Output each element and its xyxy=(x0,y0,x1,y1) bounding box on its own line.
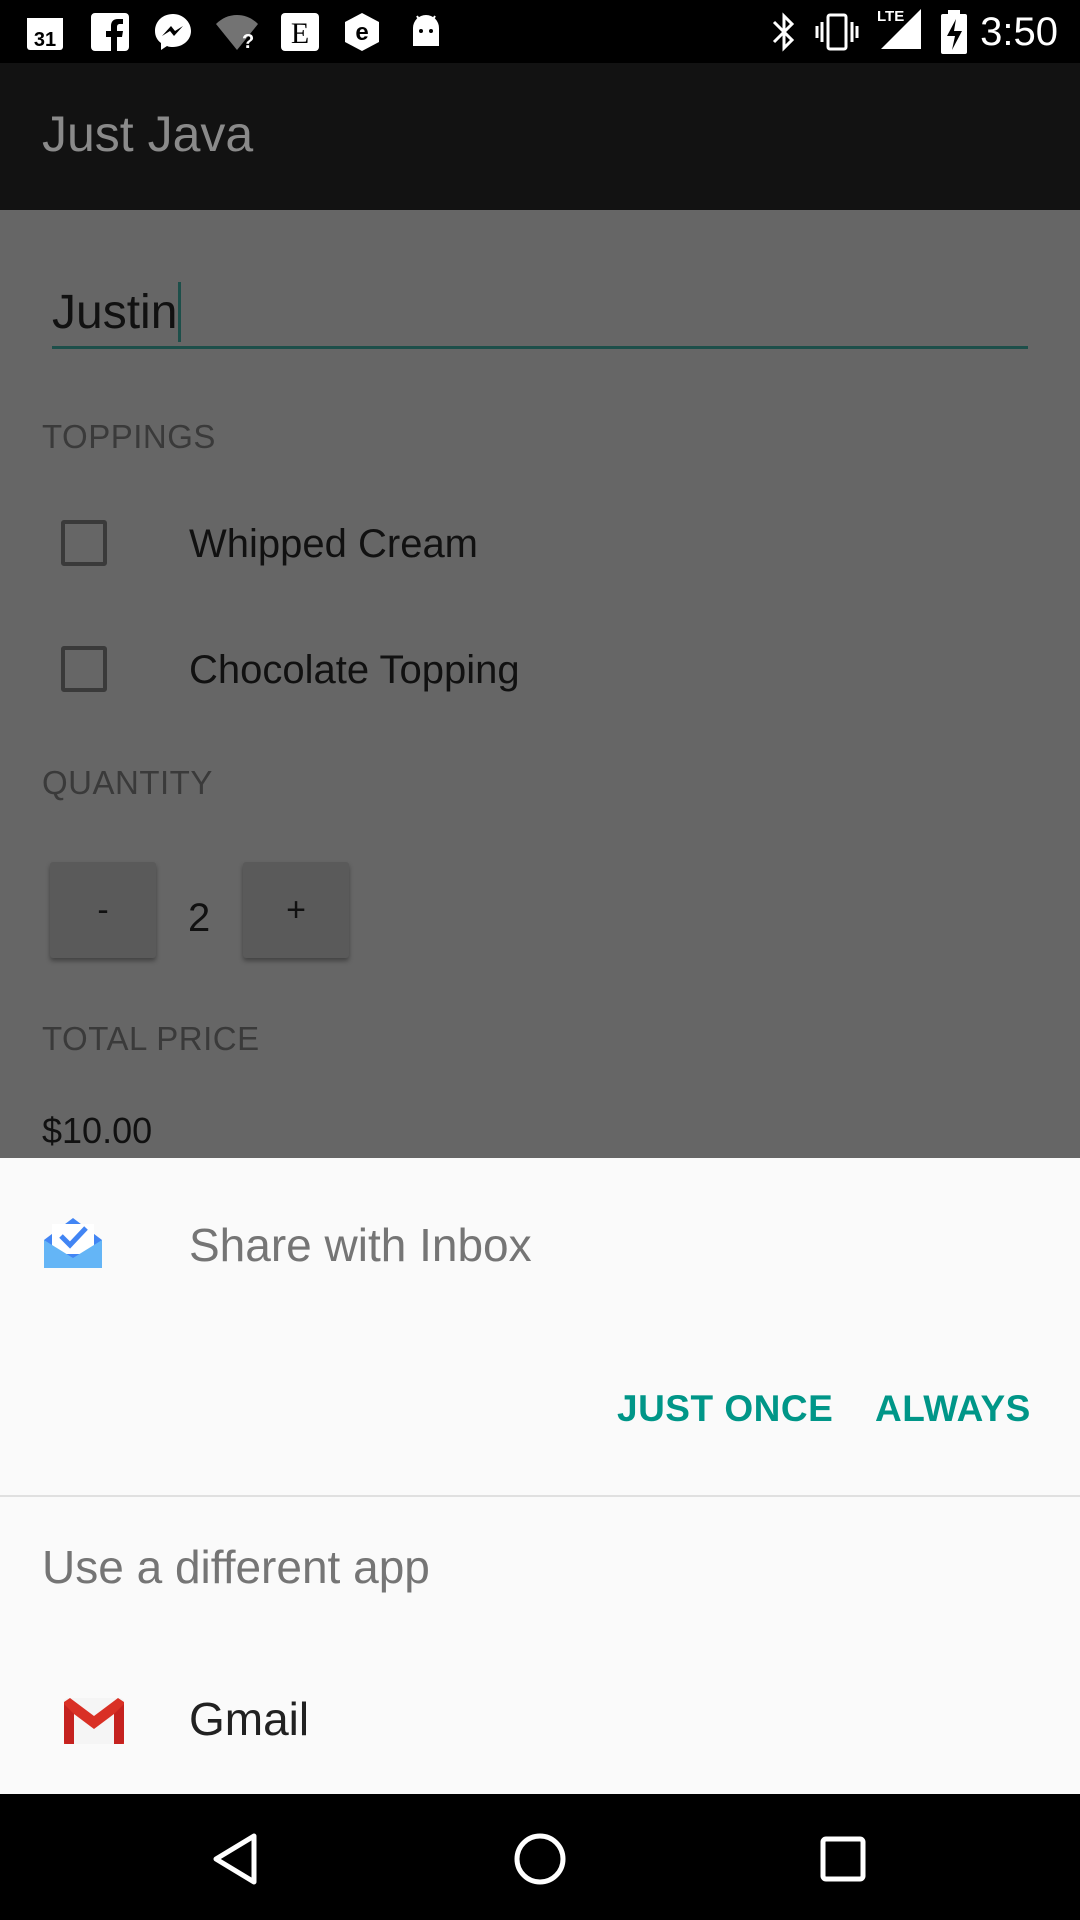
chocolate-topping-label: Chocolate Topping xyxy=(189,648,520,692)
topping-row-whipped-cream[interactable]: Whipped Cream xyxy=(0,492,1080,602)
chocolate-topping-checkbox[interactable] xyxy=(61,646,107,692)
quantity-label: QUANTITY xyxy=(42,764,213,801)
app-option-gmail[interactable]: Gmail xyxy=(0,1668,1080,1788)
name-field-underline xyxy=(52,346,1028,349)
app-chooser-sheet: Share with Inbox JUST ONCE ALWAYS Use a … xyxy=(0,1158,1080,1794)
decrement-button[interactable]: - xyxy=(50,862,156,958)
just-once-button[interactable]: JUST ONCE xyxy=(617,1388,833,1430)
svg-text:e: e xyxy=(355,19,368,46)
bluetooth-icon xyxy=(764,10,804,54)
toppings-label: TOPPINGS xyxy=(42,418,216,455)
whipped-cream-checkbox[interactable] xyxy=(61,520,107,566)
svg-text:31: 31 xyxy=(34,29,56,51)
different-app-heading: Use a different app xyxy=(42,1541,430,1593)
total-price-value: $10.00 xyxy=(42,1110,153,1151)
wifi-unknown-icon: ? xyxy=(214,10,260,54)
app-bar: Just Java xyxy=(0,63,1080,210)
edge-e-icon: e xyxy=(340,10,384,54)
svg-text:?: ? xyxy=(242,31,254,52)
screen: 31 ? E e LTE 3:50 Just Java Justin TOPPI… xyxy=(0,0,1080,1920)
name-field[interactable]: Justin xyxy=(52,278,177,348)
svg-text:LTE: LTE xyxy=(877,8,904,25)
facebook-icon xyxy=(88,10,132,54)
etsy-icon: E xyxy=(278,10,322,54)
svg-text:E: E xyxy=(291,17,309,50)
vibrate-icon xyxy=(812,10,862,54)
battery-charging-icon xyxy=(936,10,972,54)
gmail-label: Gmail xyxy=(189,1693,310,1745)
inbox-icon xyxy=(42,1210,104,1272)
increment-button[interactable]: + xyxy=(243,862,349,958)
app-title: Just Java xyxy=(42,106,254,162)
dimmed-content: Justin TOPPINGS Whipped Cream Chocolate … xyxy=(0,210,1080,1158)
messenger-icon xyxy=(150,10,196,54)
calendar-icon: 31 xyxy=(24,10,66,54)
whipped-cream-label: Whipped Cream xyxy=(189,522,479,566)
home-icon[interactable] xyxy=(505,1824,575,1894)
back-icon[interactable] xyxy=(200,1824,270,1894)
always-button[interactable]: ALWAYS xyxy=(875,1388,1031,1430)
total-price-label: TOTAL PRICE xyxy=(42,1020,260,1057)
android-icon xyxy=(404,10,448,54)
text-cursor xyxy=(178,282,181,342)
recents-icon[interactable] xyxy=(808,1824,878,1894)
status-bar: 31 ? E e LTE 3:50 xyxy=(0,0,1080,63)
navigation-bar xyxy=(0,1794,1080,1920)
topping-row-chocolate[interactable]: Chocolate Topping xyxy=(0,618,1080,728)
clock: 3:50 xyxy=(980,10,1058,54)
quantity-value: 2 xyxy=(188,896,211,940)
share-title: Share with Inbox xyxy=(189,1219,532,1271)
signal-icon: LTE xyxy=(874,6,924,50)
divider xyxy=(0,1495,1080,1497)
gmail-icon xyxy=(64,1698,124,1744)
